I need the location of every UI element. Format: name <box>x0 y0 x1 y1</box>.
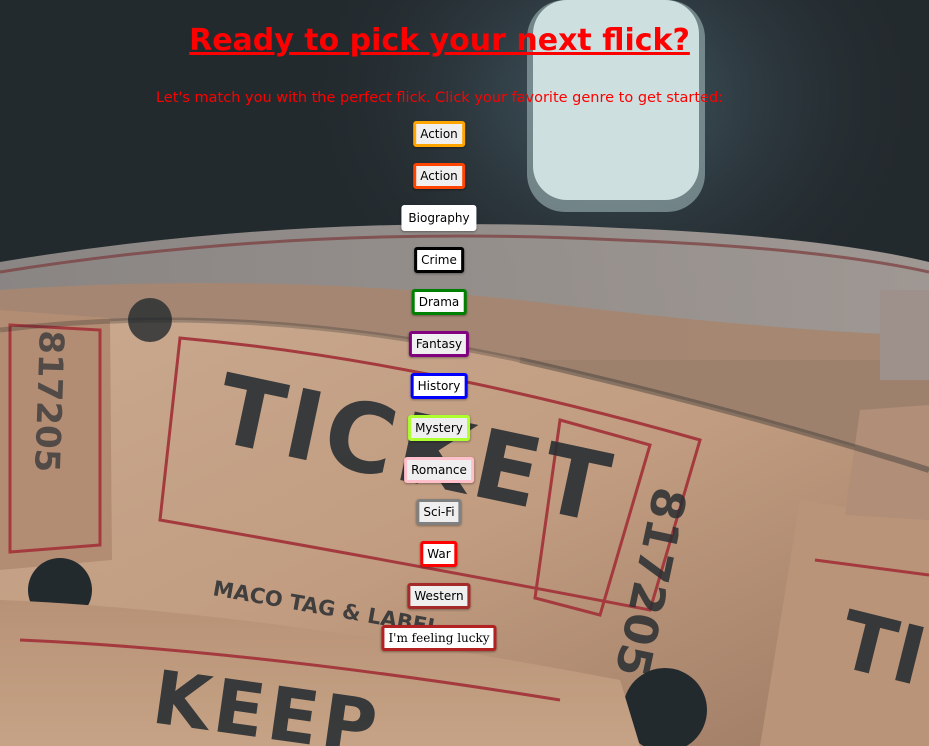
genre-button-sci-fi[interactable]: Sci-Fi <box>416 499 462 525</box>
genre-button-action-2[interactable]: Action <box>413 163 465 189</box>
genre-button-mystery[interactable]: Mystery <box>408 415 470 441</box>
genre-button-drama[interactable]: Drama <box>411 289 467 315</box>
genre-button-crime[interactable]: Crime <box>414 247 464 273</box>
genre-button-history[interactable]: History <box>410 373 468 399</box>
genre-button-war[interactable]: War <box>420 541 458 567</box>
page-title: Ready to pick your next flick? <box>189 23 690 58</box>
genre-button-fantasy[interactable]: Fantasy <box>408 331 470 357</box>
genre-button-romance[interactable]: Romance <box>404 457 474 483</box>
page-subtitle: Let's match you with the perfect flick. … <box>155 90 724 106</box>
genre-button-action[interactable]: Action <box>413 121 465 147</box>
page-content: Ready to pick your next flick? Let's mat… <box>0 0 929 746</box>
genre-button-western[interactable]: Western <box>407 583 471 609</box>
genre-button-biography[interactable]: Biography <box>401 205 477 231</box>
feeling-lucky-button[interactable]: I'm feeling lucky <box>381 625 497 651</box>
